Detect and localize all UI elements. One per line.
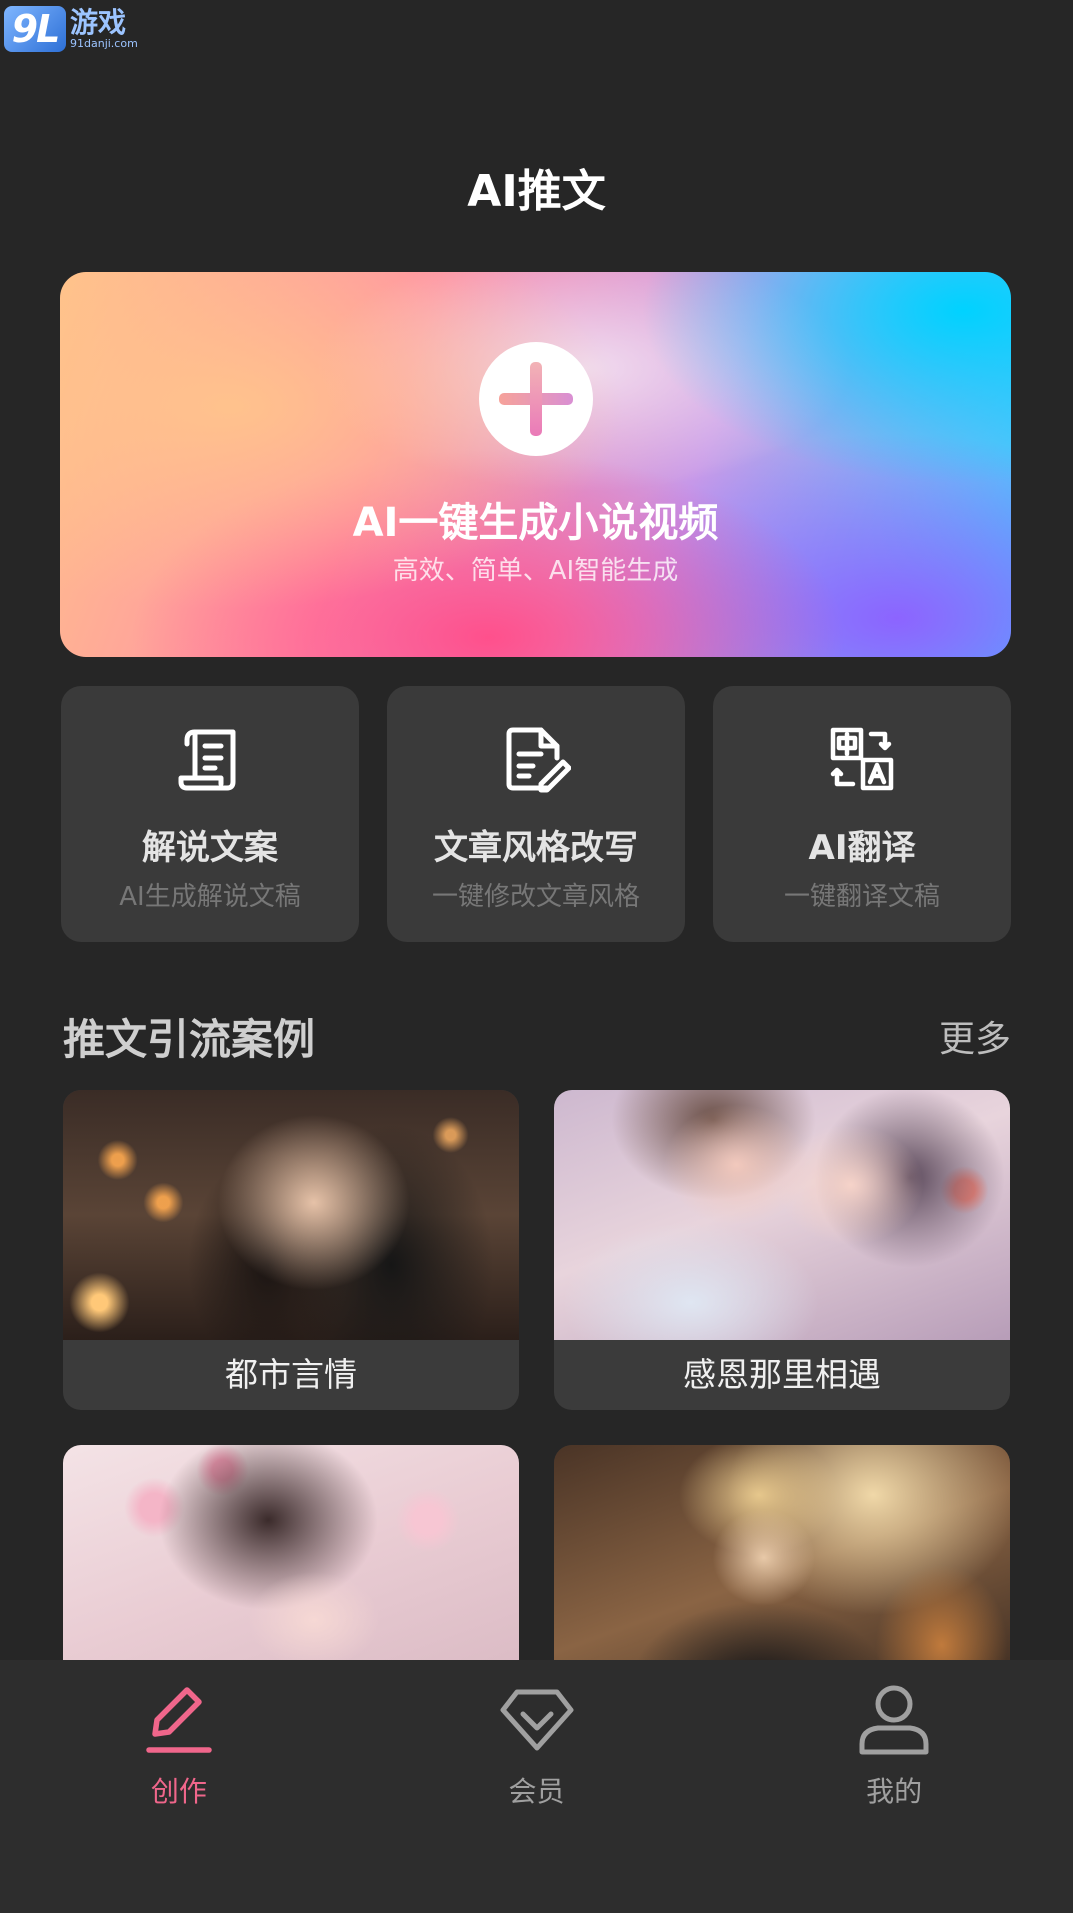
case-card[interactable]: 都市言情: [63, 1090, 519, 1410]
plus-icon[interactable]: [479, 342, 593, 456]
page-title: AI推文: [467, 166, 606, 217]
bottom-tab-bar: 创作 会员 我的: [0, 1660, 1073, 1913]
tool-name: 解说文案: [142, 828, 278, 868]
case-label: 感恩那里相遇: [683, 1355, 881, 1394]
document-edit-icon: [506, 727, 571, 793]
section-title: 推文引流案例: [63, 1015, 316, 1064]
tool-card-style-rewrite[interactable]: 文章风格改写 一键修改文章风格: [387, 686, 685, 942]
tool-desc: 一键修改文章风格: [431, 882, 640, 912]
watermark-text: 游戏: [70, 6, 127, 39]
case-card[interactable]: [63, 1445, 519, 1695]
watermark-badge: 9L: [4, 6, 66, 52]
tool-name: AI翻译: [808, 828, 916, 868]
script-scroll-icon: [178, 729, 236, 791]
case-cover-image: [63, 1445, 519, 1695]
tab-membership[interactable]: 会员: [358, 1660, 716, 1913]
case-card[interactable]: [554, 1445, 1010, 1695]
watermark-logo: 9L 游戏 91danji.com: [4, 4, 138, 54]
case-card[interactable]: 感恩那里相遇: [554, 1090, 1010, 1410]
case-label: 都市言情: [225, 1355, 357, 1394]
translate-icon: [830, 727, 894, 791]
tool-name: 文章风格改写: [434, 828, 638, 868]
watermark-url: 91danji.com: [70, 37, 138, 50]
hero-title: AI一键生成小说视频: [352, 500, 719, 546]
tool-desc: 一键翻译文稿: [783, 882, 940, 912]
user-icon: [859, 1685, 929, 1755]
more-link[interactable]: 更多: [939, 1010, 1011, 1062]
case-cover-image: [63, 1090, 519, 1340]
diamond-icon: [500, 1689, 573, 1751]
case-cover-image: [554, 1445, 1010, 1695]
tool-card-ai-translate[interactable]: AI翻译 一键翻译文稿: [713, 686, 1011, 942]
tab-create[interactable]: 创作: [0, 1660, 358, 1913]
tab-label: 创作: [150, 1775, 207, 1808]
app-screen: 9L 游戏 91danji.com AI推文 AI一键生成小说视频 高效、简单、…: [0, 0, 1073, 1913]
tab-label: 我的: [866, 1775, 923, 1808]
hero-subtitle: 高效、简单、AI智能生成: [392, 556, 679, 586]
tab-profile[interactable]: 我的: [715, 1660, 1073, 1913]
create-novel-video-card[interactable]: AI一键生成小说视频 高效、简单、AI智能生成: [60, 272, 1011, 657]
pen-icon: [146, 1687, 212, 1753]
case-cover-image: [554, 1090, 1010, 1340]
tool-card-narration-script[interactable]: 解说文案 AI生成解说文稿: [61, 686, 359, 942]
tool-grid: 解说文案 AI生成解说文稿 文章风格改写 一键修改文章风格 AI翻译 一键翻译文…: [61, 686, 1011, 942]
tab-label: 会员: [508, 1775, 565, 1808]
tool-desc: AI生成解说文稿: [119, 882, 301, 912]
